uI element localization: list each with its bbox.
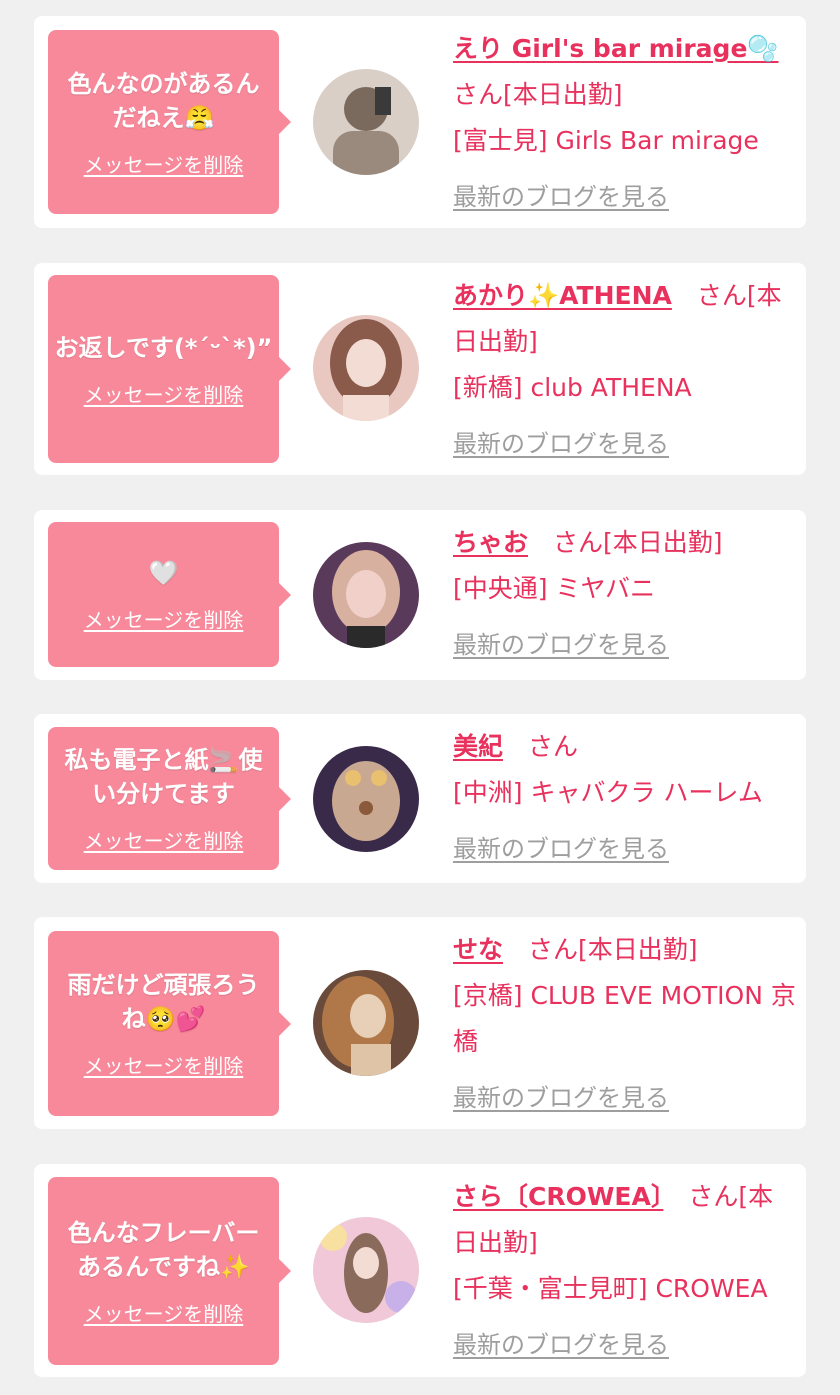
delete-message-link[interactable]: メッセージを削除 (84, 1050, 244, 1079)
message-text: 雨だけど頑張ろうね🥺💕 (67, 971, 260, 1033)
delete-message-link[interactable]: メッセージを削除 (84, 825, 244, 854)
avatar[interactable] (313, 970, 419, 1076)
shop-name: [新橋] club ATHENA (453, 373, 692, 402)
cast-suffix: さん[本日出勤] (528, 935, 698, 964)
delete-message-link[interactable]: メッセージを削除 (84, 604, 244, 633)
message-card: 雨だけど頑張ろうね🥺💕 メッセージを削除 せな さん[本日出勤] [京橋] CL… (34, 917, 806, 1129)
shop-name: [千葉・富士見町] CROWEA (453, 1274, 768, 1303)
message-text: 色んなのがあるんだねえ😤 (67, 69, 260, 132)
message-list: 色んなのがあるんだねえ😤 メッセージを削除 えり Girl's bar mira… (0, 0, 840, 1395)
shop-name: [中洲] キャバクラ ハーレム (453, 778, 763, 807)
cast-name-link[interactable]: せな (453, 935, 503, 964)
message-bubble: 色んなのがあるんだねえ😤 メッセージを削除 (48, 30, 291, 214)
shop-name: [京橋] CLUB EVE MOTION 京橋 (453, 981, 796, 1056)
avatar[interactable] (313, 1217, 419, 1323)
message-card: 私も電子と紙🚬使い分けてます メッセージを削除 美紀 さん [中洲] キャバクラ… (34, 714, 806, 883)
cast-suffix: さん[本日出勤] (453, 80, 623, 109)
cast-name-link[interactable]: あかり✨ATHENA (453, 281, 672, 310)
message-bubble: 私も電子と紙🚬使い分けてます メッセージを削除 (48, 727, 291, 870)
cast-name-link[interactable]: えり Girl's bar mirage🫧 (453, 34, 779, 63)
cast-info: あかり✨ATHENA さん[本日出勤] [新橋] club ATHENA 最新の… (453, 273, 797, 467)
message-text: 色んなフレーバーあるんですね✨ (67, 1218, 260, 1281)
delete-message-link[interactable]: メッセージを削除 (84, 379, 244, 408)
message-bubble: 色んなフレーバーあるんですね✨ メッセージを削除 (48, 1177, 291, 1365)
avatar[interactable] (313, 69, 419, 175)
cast-suffix: さん (528, 732, 579, 761)
message-card: 🤍 メッセージを削除 ちゃお さん[本日出勤] [中央通] ミヤバニ 最新のブロ… (34, 510, 806, 680)
latest-blog-link[interactable]: 最新のブログを見る (453, 826, 669, 872)
latest-blog-link[interactable]: 最新のブログを見る (453, 421, 669, 467)
cast-suffix: さん[本日出勤] (553, 528, 723, 557)
latest-blog-link[interactable]: 最新のブログを見る (453, 622, 669, 668)
message-card: 色んなフレーバーあるんですね✨ メッセージを削除 さら〔CROWEA〕 さん[本… (34, 1164, 806, 1377)
latest-blog-link[interactable]: 最新のブログを見る (453, 174, 669, 220)
cast-info: 美紀 さん [中洲] キャバクラ ハーレム 最新のブログを見る (453, 724, 797, 872)
delete-message-link[interactable]: メッセージを削除 (84, 1298, 244, 1327)
message-card: 色んなのがあるんだねえ😤 メッセージを削除 えり Girl's bar mira… (34, 16, 806, 228)
delete-message-link[interactable]: メッセージを削除 (84, 149, 244, 178)
message-card: お返しです(*ˊᵕˋ*)” メッセージを削除 あかり✨ATHENA さん[本日出… (34, 263, 806, 475)
message-bubble: 雨だけど頑張ろうね🥺💕 メッセージを削除 (48, 931, 291, 1116)
latest-blog-link[interactable]: 最新のブログを見る (453, 1322, 669, 1368)
message-text: お返しです(*ˊᵕˋ*)” (54, 333, 273, 362)
cast-info: さら〔CROWEA〕 さん[本日出勤] [千葉・富士見町] CROWEA 最新の… (453, 1174, 797, 1368)
message-bubble: お返しです(*ˊᵕˋ*)” メッセージを削除 (48, 275, 291, 463)
avatar[interactable] (313, 315, 419, 421)
message-bubble: 🤍 メッセージを削除 (48, 522, 291, 667)
latest-blog-link[interactable]: 最新のブログを見る (453, 1075, 669, 1121)
cast-name-link[interactable]: ちゃお (453, 528, 528, 557)
shop-name: [中央通] ミヤバニ (453, 574, 655, 603)
cast-info: えり Girl's bar mirage🫧 さん[本日出勤] [富士見] Gir… (453, 26, 797, 220)
avatar[interactable] (313, 746, 419, 852)
message-text: 私も電子と紙🚬使い分けてます (64, 746, 263, 808)
cast-info: せな さん[本日出勤] [京橋] CLUB EVE MOTION 京橋 最新のブ… (453, 927, 797, 1121)
cast-name-link[interactable]: 美紀 (453, 732, 503, 761)
avatar[interactable] (313, 542, 419, 648)
message-text: 🤍 (148, 559, 179, 587)
shop-name: [富士見] Girls Bar mirage (453, 126, 759, 155)
cast-name-link[interactable]: さら〔CROWEA〕 (453, 1182, 663, 1211)
cast-info: ちゃお さん[本日出勤] [中央通] ミヤバニ 最新のブログを見る (453, 520, 797, 668)
